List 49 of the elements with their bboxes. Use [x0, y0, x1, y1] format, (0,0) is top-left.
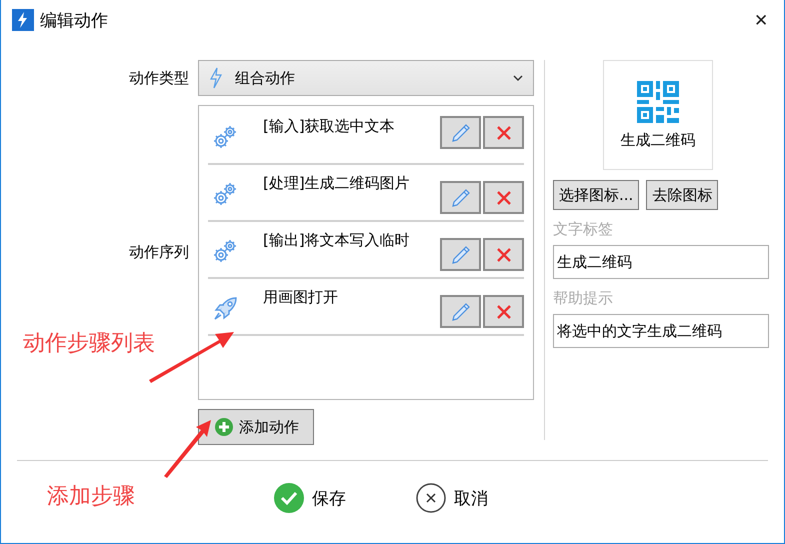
field-label: 帮助提示 [553, 289, 614, 308]
icon-button[interactable]: 选择图标... [553, 180, 640, 210]
pencil-icon [450, 244, 470, 264]
step-label[interactable]: [输出]将文本写入临时 [263, 231, 440, 250]
gears-icon [213, 238, 239, 264]
add-action-button[interactable]: 添加动作 [198, 409, 314, 445]
rocket-icon [213, 295, 239, 321]
check-icon [274, 483, 304, 513]
delete-button[interactable] [483, 238, 524, 271]
delete-button[interactable] [483, 181, 524, 214]
lightning-icon [209, 67, 223, 89]
plus-icon [215, 418, 233, 436]
cancel-button[interactable]: 取消 [416, 483, 488, 513]
window-title: 编辑动作 [40, 10, 109, 32]
field-label: 动作类型 [129, 68, 189, 88]
icon-caption: 生成二维码 [620, 130, 696, 150]
gears-icon [213, 124, 239, 150]
edit-button[interactable] [440, 295, 481, 328]
field-label: 文字标签 [553, 220, 614, 239]
icon-button[interactable]: 去除图标 [646, 180, 718, 210]
annotation-text: 动作步骤列表 [23, 329, 155, 357]
text-field[interactable]: 将选中的文字生成二维码 [553, 314, 769, 348]
gears-icon [213, 181, 239, 207]
annotation-text: 添加步骤 [47, 482, 135, 510]
close-icon [416, 483, 446, 513]
action-type-dropdown[interactable]: 组合动作 [198, 60, 534, 96]
step-label[interactable]: [输入]获取选中文本 [263, 117, 440, 136]
chevron-down-icon [513, 75, 523, 81]
text-field[interactable]: 生成二维码 [553, 245, 769, 279]
delete-button[interactable] [483, 116, 524, 149]
qr-code-icon [637, 80, 679, 122]
delete-button[interactable] [483, 295, 524, 328]
pencil-icon [450, 122, 470, 142]
step-label[interactable]: [处理]生成二维码图片 [263, 174, 440, 193]
step-label[interactable]: 用画图打开 [263, 288, 440, 307]
edit-button[interactable] [440, 181, 481, 214]
edit-button[interactable] [440, 116, 481, 149]
pencil-icon [450, 302, 470, 322]
field-label: 动作序列 [129, 243, 189, 262]
delete-icon [496, 304, 512, 320]
save-button[interactable]: 保存 [274, 483, 346, 513]
pencil-icon [450, 188, 470, 208]
delete-icon [496, 190, 512, 206]
delete-icon [496, 124, 512, 140]
edit-button[interactable] [440, 238, 481, 271]
app-icon [12, 9, 34, 31]
close-button[interactable]: ✕ [738, 0, 784, 40]
delete-icon [496, 246, 512, 262]
annotation-arrow [164, 420, 211, 478]
